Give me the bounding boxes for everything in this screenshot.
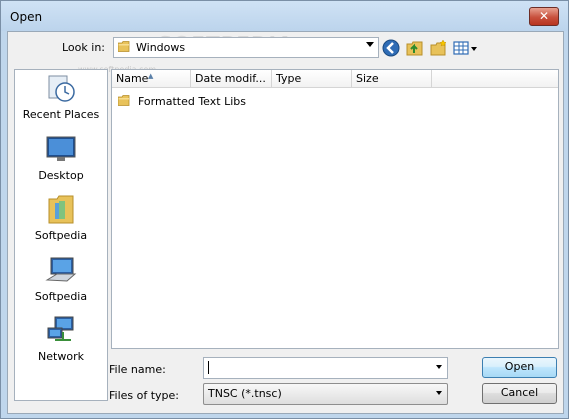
column-header-size[interactable]: Size xyxy=(352,70,432,88)
new-folder-icon[interactable] xyxy=(430,39,448,57)
sort-ascending-icon: ▲ xyxy=(148,72,154,80)
places-bar: Recent Places Desktop Softpedia Softpedi… xyxy=(14,69,108,401)
chevron-down-icon[interactable] xyxy=(436,391,442,395)
view-menu-icon[interactable] xyxy=(453,39,479,57)
chevron-down-icon[interactable] xyxy=(436,365,442,369)
place-label: Softpedia xyxy=(34,229,88,242)
folder-icon xyxy=(118,95,130,106)
file-type-select[interactable]: TNSC (*.tnsc) xyxy=(203,383,448,405)
look-in-value: Windows xyxy=(136,41,186,54)
user-folder-icon xyxy=(48,195,74,224)
place-softpedia-computer[interactable]: Softpedia xyxy=(15,254,107,314)
column-header-type[interactable]: Type xyxy=(272,70,352,88)
up-folder-icon[interactable] xyxy=(406,39,424,57)
place-recent-places[interactable]: Recent Places xyxy=(15,72,107,132)
text-caret xyxy=(208,361,209,374)
look-in-label: Look in: xyxy=(62,41,105,54)
place-desktop[interactable]: Desktop xyxy=(15,133,107,193)
close-button[interactable]: ✕ xyxy=(529,7,559,26)
folder-icon xyxy=(118,41,130,52)
place-network[interactable]: Network xyxy=(15,314,107,374)
place-label: Softpedia xyxy=(34,290,88,303)
look-in-dropdown[interactable]: Windows xyxy=(113,37,379,58)
column-header-date[interactable]: Date modif... xyxy=(191,70,272,88)
place-label: Network xyxy=(38,350,84,363)
file-type-value: TNSC (*.tnsc) xyxy=(208,387,282,400)
cancel-button[interactable]: Cancel xyxy=(482,383,557,404)
column-header-name[interactable]: ▲ Name xyxy=(112,70,191,88)
column-header-filler xyxy=(432,70,558,88)
close-icon: ✕ xyxy=(538,9,550,23)
list-item-name: Formatted Text Libs xyxy=(138,95,246,108)
file-name-field[interactable] xyxy=(203,357,448,379)
dialog-body: SOFTPEDIA www.softpedia.com Look in: Win… xyxy=(7,31,564,414)
title-bar[interactable]: Open ✕ xyxy=(1,1,568,31)
open-button[interactable]: Open xyxy=(482,357,557,378)
desktop-icon xyxy=(46,136,76,161)
place-softpedia-user[interactable]: Softpedia xyxy=(15,193,107,253)
network-icon xyxy=(47,316,74,341)
place-label: Desktop xyxy=(38,169,84,182)
open-dialog: Open ✕ SOFTPEDIA www.softpedia.com Look … xyxy=(0,0,569,419)
file-name-label: File name: xyxy=(109,363,166,376)
place-label: Recent Places xyxy=(22,108,100,121)
list-item[interactable]: Formatted Text Libs xyxy=(116,92,316,110)
window-title: Open xyxy=(10,10,43,24)
chevron-down-icon[interactable] xyxy=(366,42,374,47)
recent-places-icon xyxy=(48,75,75,102)
file-list[interactable]: ▲ Name Date modif... Type Size Formatted… xyxy=(111,69,559,349)
file-type-label: Files of type: xyxy=(109,389,180,402)
back-icon[interactable] xyxy=(382,39,400,57)
computer-icon xyxy=(45,257,77,282)
